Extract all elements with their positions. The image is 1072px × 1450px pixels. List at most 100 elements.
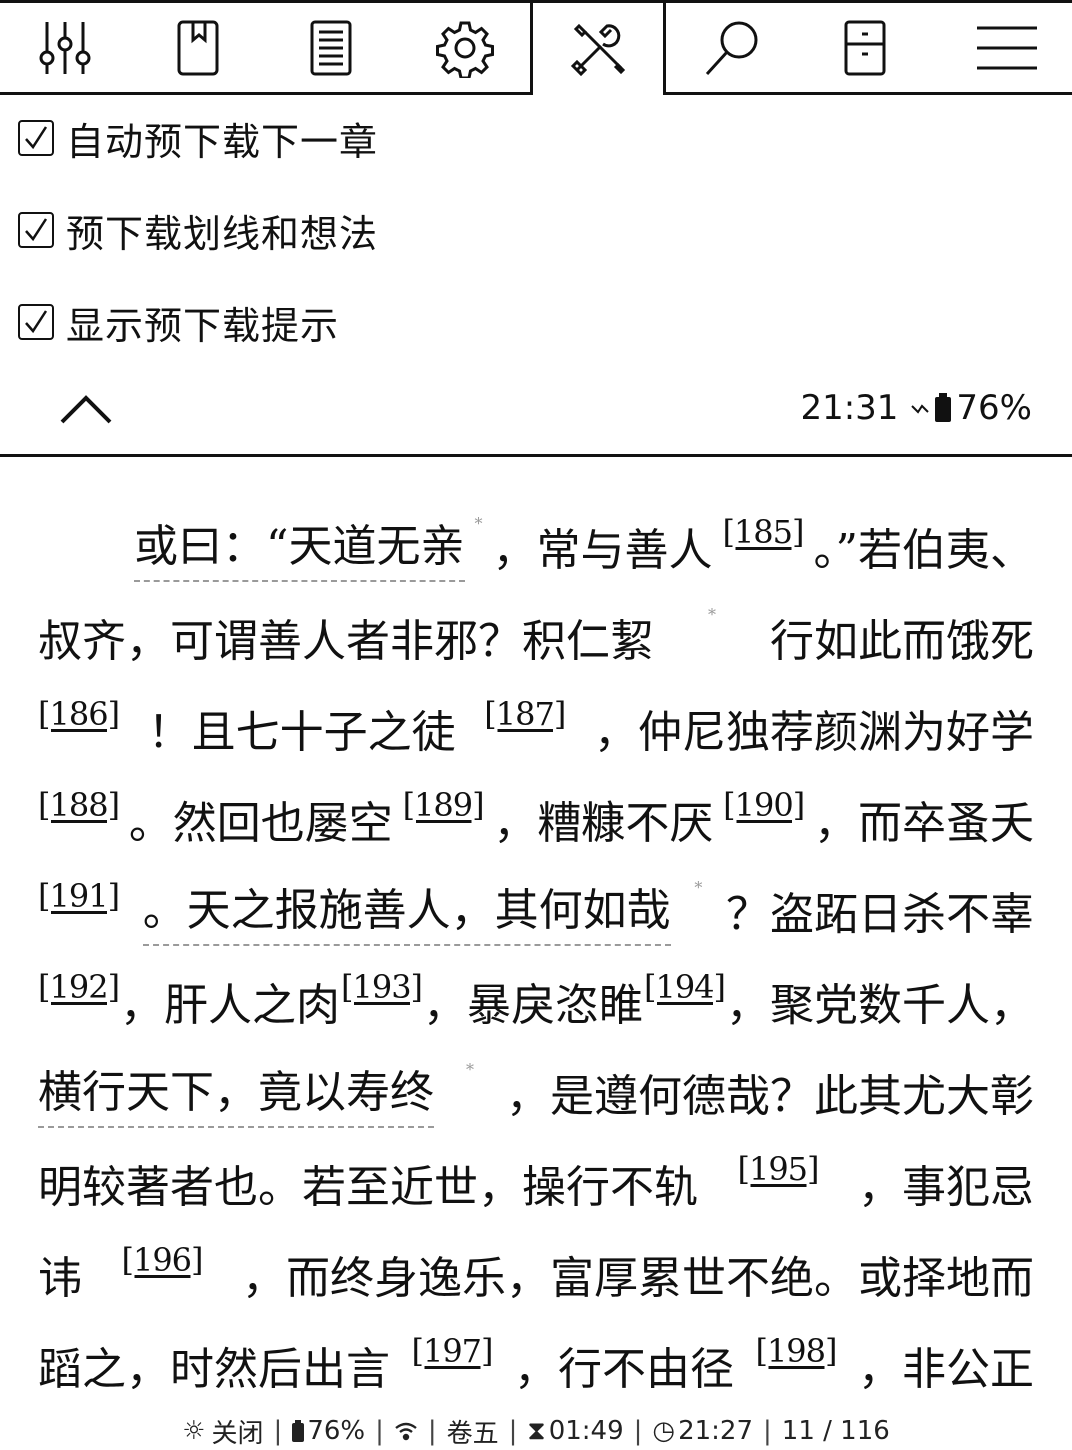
footer-separator: | xyxy=(427,1416,437,1446)
option-auto-predownload[interactable]: 自动预下载下一章 xyxy=(18,110,378,166)
thought-marker-icon[interactable]: * xyxy=(694,878,702,897)
chapter-text: 卷五 xyxy=(446,1418,499,1449)
battery-text: 76% xyxy=(956,388,1032,428)
text-segment: ，仲尼独荐颜渊为好学 xyxy=(593,706,1034,758)
sliders-icon xyxy=(39,22,91,74)
thought-marker-icon[interactable]: * xyxy=(708,605,716,624)
footnote-link[interactable]: [188] xyxy=(38,786,120,824)
footer-separator: | xyxy=(273,1416,283,1446)
footnote-link[interactable]: [190] xyxy=(723,786,805,824)
toolbar-bottom-border-right xyxy=(663,92,1072,95)
option-show-predownload-tip[interactable]: 显示预下载提示 xyxy=(18,294,339,350)
active-tab-right-border xyxy=(663,0,666,95)
text-segment: 讳 xyxy=(38,1252,82,1304)
clock-icon: ◷ xyxy=(652,1416,676,1446)
text-line: 或曰：“天道无亲 * ，常与善人 [185] 。”若伯夷、 xyxy=(38,500,1034,591)
footnote-link[interactable]: [186] xyxy=(38,695,120,733)
auto-predownload-checkbox[interactable] xyxy=(18,120,54,156)
option-label: 显示预下载提示 xyxy=(66,303,340,348)
frontlight-text: 关闭 xyxy=(211,1418,264,1449)
bookmark-button[interactable] xyxy=(155,6,241,90)
text-segment: 明较著者也。若至近世，操行不轨 xyxy=(38,1161,698,1213)
time-left: ⧗ 01:49 xyxy=(527,1416,623,1447)
footnote-link[interactable]: [194] xyxy=(644,968,726,1006)
footnote-link[interactable]: [187] xyxy=(484,695,566,733)
reading-text[interactable]: 或曰：“天道无亲 * ，常与善人 [185] 。”若伯夷、 叔齐，可谓善人者非邪？… xyxy=(38,500,1034,1410)
footer-separator: | xyxy=(508,1416,518,1446)
text-segment: 蹈之，时然后出言 xyxy=(38,1343,390,1395)
text-segment: 行如此而饿死 xyxy=(770,615,1034,667)
text-line: 横行天下，竟以寿终 * ，是遵何德哉？此其尤大彰 xyxy=(38,1046,1034,1137)
text-segment: ，而卒蚤夭 xyxy=(813,797,1034,849)
text-line: [186] ！且七十子之徒 [187] ，仲尼独荐颜渊为好学 xyxy=(38,682,1034,773)
tools-button[interactable] xyxy=(556,6,642,90)
page-counter: 11 / 116 xyxy=(781,1416,890,1446)
highlighted-text[interactable]: 。天之报施善人，其何如哉 xyxy=(142,874,671,946)
option-predownload-highlights[interactable]: 预下载划线和想法 xyxy=(18,202,378,258)
checkmark-icon xyxy=(25,218,48,242)
clock-text: 21:27 xyxy=(678,1416,754,1446)
sun-icon: ☼ xyxy=(182,1416,206,1446)
footnote-link[interactable]: [195] xyxy=(737,1150,819,1188)
checkmark-icon xyxy=(25,310,48,334)
bookmark-icon xyxy=(177,20,219,76)
text-segment: ，暴戾恣睢 xyxy=(423,979,643,1031)
show-predownload-tip-checkbox[interactable] xyxy=(18,304,54,340)
text-line: [191] 。天之报施善人，其何如哉 * ？盗跖日杀不辜 xyxy=(38,864,1034,955)
toolbar-bottom-border-left xyxy=(0,92,533,95)
menu-icon xyxy=(977,26,1037,70)
search-icon xyxy=(705,21,758,76)
wifi-off-icon xyxy=(911,404,930,414)
device-icon xyxy=(844,20,886,76)
clock-text: 21:31 xyxy=(800,388,899,428)
active-tab-left-border xyxy=(530,0,533,95)
text-line: [188] 。然回也屡空 [189] ，糟糠不厌 [190] ，而卒蚤夭 xyxy=(38,773,1034,864)
device-button[interactable] xyxy=(822,6,908,90)
predownload-highlights-checkbox[interactable] xyxy=(18,212,54,248)
hourglass-icon: ⧗ xyxy=(527,1415,546,1446)
thought-marker-icon[interactable]: * xyxy=(474,514,482,533)
footnote-link[interactable]: [192] xyxy=(38,968,120,1006)
footnote-link[interactable]: [196] xyxy=(121,1241,203,1279)
footnote-link[interactable]: [198] xyxy=(755,1332,837,1370)
footer-clock: ◷ 21:27 xyxy=(652,1416,753,1446)
footnote-link[interactable]: [191] xyxy=(38,877,120,915)
footer-separator: | xyxy=(375,1416,384,1446)
footer-separator: | xyxy=(633,1416,643,1446)
text-segment: 。然回也屡空 xyxy=(128,797,393,849)
collapse-menu-button[interactable] xyxy=(58,386,114,430)
text-segment: ！且七十子之徒 xyxy=(147,706,456,758)
status-indicator: 21:31 76% xyxy=(800,384,1032,432)
text-segment: ，而终身逸乐，富厚累世不绝。或择地而 xyxy=(241,1252,1034,1304)
footnote-link[interactable]: [193] xyxy=(341,968,423,1006)
gear-icon xyxy=(436,21,494,78)
tools-icon xyxy=(570,23,626,77)
battery-text: 76% xyxy=(307,1416,366,1446)
text-line: 明较著者也。若至近世，操行不轨 [195] ，事犯忌 xyxy=(38,1137,1034,1228)
footnote-link[interactable]: [185] xyxy=(722,513,804,551)
battery-icon xyxy=(292,1420,305,1442)
sliders-button[interactable] xyxy=(22,6,108,90)
text-line: 讳 [196] ，而终身逸乐，富厚累世不绝。或择地而 xyxy=(38,1228,1034,1319)
highlighted-text[interactable]: 横行天下，竟以寿终 xyxy=(38,1056,434,1128)
footnote-link[interactable]: [197] xyxy=(411,1332,493,1370)
highlighted-text[interactable]: 或曰：“天道无亲 xyxy=(134,510,465,582)
settings-button[interactable] xyxy=(422,6,508,90)
text-segment: ，肝人之肉 xyxy=(120,979,341,1031)
checkmark-icon xyxy=(25,126,48,150)
wifi-status xyxy=(394,1421,418,1441)
reader-footer: ☼ 关闭 | 76% | | 卷五 | ⧗ 01:49 | ◷ 21:27 | … xyxy=(0,1414,1072,1449)
thought-marker-icon[interactable]: * xyxy=(466,1060,474,1079)
text-segment: ，糟糠不厌 xyxy=(493,797,714,849)
option-label: 自动预下载下一章 xyxy=(66,119,379,164)
text-segment: 。”若伯夷、 xyxy=(813,524,1034,576)
menu-divider xyxy=(0,454,1072,457)
search-button[interactable] xyxy=(690,6,776,90)
menu-button[interactable] xyxy=(962,6,1052,90)
option-label: 预下载划线和想法 xyxy=(66,211,379,256)
top-toolbar xyxy=(0,0,1072,96)
footnote-link[interactable]: [189] xyxy=(403,786,485,824)
wifi-icon xyxy=(395,1422,417,1441)
contents-button[interactable] xyxy=(288,6,374,90)
toolbar-top-border xyxy=(0,0,1072,3)
